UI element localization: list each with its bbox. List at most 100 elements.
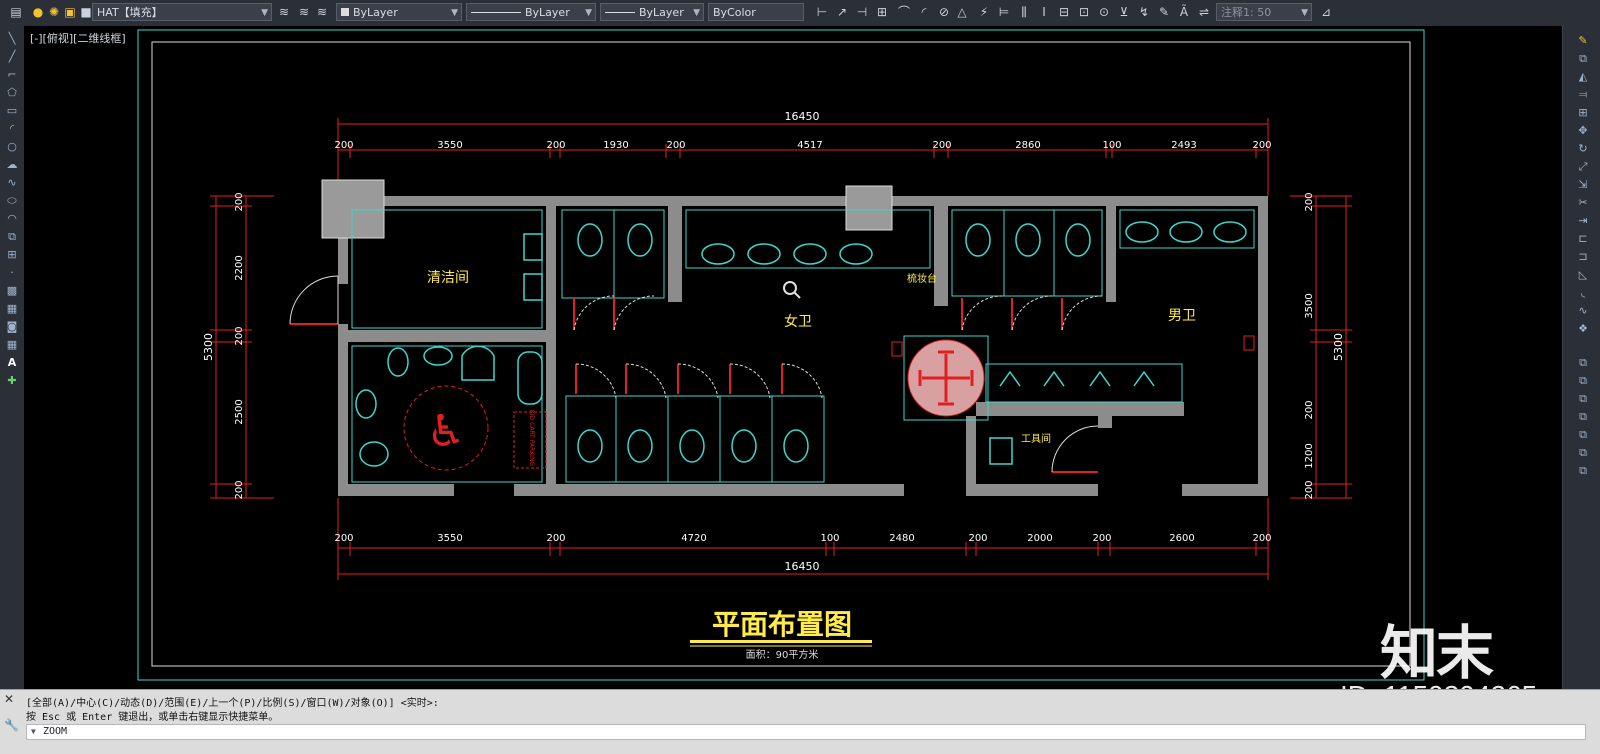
dim-space-icon[interactable]: ⫼: [1016, 4, 1032, 20]
gradient-icon[interactable]: ▦: [4, 302, 20, 316]
text-front-icon[interactable]: ⧉: [1575, 428, 1591, 442]
lineweight-dropdown-value: ByLayer: [639, 6, 684, 19]
insert-block-icon[interactable]: ⧉: [4, 230, 20, 244]
freeze-icon[interactable]: ▣: [62, 4, 78, 20]
angular-dim-icon[interactable]: △: [954, 4, 970, 20]
revcloud-icon[interactable]: ☁: [4, 158, 20, 172]
chevron-down-icon: ▼: [31, 727, 36, 736]
layer-previous-icon[interactable]: ≋: [314, 4, 330, 20]
blend-icon[interactable]: ∿: [1575, 304, 1591, 318]
spline-icon[interactable]: ∿: [4, 176, 20, 190]
mirror-icon[interactable]: ◭: [1575, 70, 1591, 84]
copy-icon[interactable]: ⧉: [1575, 52, 1591, 66]
modify-palette: ✎ ⧉ ◭ ⫤ ⊞ ✥ ↻ ⤢ ⇲ ✂ ⇥ ⊏ ⊐ ◺ ◟ ∿ ❖ ⧉ ⧉ ⧉ …: [1562, 26, 1600, 689]
polygon-icon[interactable]: ⬠: [4, 86, 20, 100]
dim-update-icon[interactable]: ⇌: [1196, 4, 1212, 20]
trim-icon[interactable]: ✂: [1575, 196, 1591, 210]
ordinate-dim-icon[interactable]: ⊣: [854, 4, 870, 20]
dim-front-icon[interactable]: ⧉: [1575, 464, 1591, 478]
table-icon[interactable]: ▦: [4, 338, 20, 352]
erase-icon[interactable]: ✎: [1575, 34, 1591, 48]
linetype-dropdown-value: ByLayer: [525, 6, 570, 19]
array-icon[interactable]: ⊞: [1575, 106, 1591, 120]
linear-dim-icon[interactable]: ⊢: [814, 4, 830, 20]
tolerance-icon[interactable]: ⊟: [1056, 4, 1072, 20]
draworder-back-icon[interactable]: ⧉: [1575, 374, 1591, 388]
move-icon[interactable]: ✥: [1575, 124, 1591, 138]
color-chip-icon: [341, 8, 349, 16]
command-input-value: ZOOM: [43, 726, 68, 737]
arc-length-icon[interactable]: ⌒: [896, 4, 912, 20]
watermark-logo: 知末: [1380, 619, 1494, 687]
extend-icon[interactable]: ⇥: [1575, 214, 1591, 228]
add-selected-icon[interactable]: ✚: [4, 374, 20, 388]
plotstyle-dropdown[interactable]: ByColor: [708, 3, 804, 21]
quick-dim-icon[interactable]: ⚡: [976, 4, 992, 20]
color-dropdown[interactable]: ByLayer ▼: [336, 3, 462, 21]
line-icon[interactable]: ╲: [4, 32, 20, 46]
inspect-icon[interactable]: ⊙: [1096, 4, 1112, 20]
customize-icon[interactable]: 🔧: [4, 718, 19, 732]
annotation-scale-dropdown[interactable]: 注释1: 50 ▼: [1216, 3, 1312, 21]
circle-icon[interactable]: ○: [4, 140, 20, 154]
draworder-front-icon[interactable]: ⧉: [1575, 356, 1591, 370]
dim-style-icon[interactable]: ⊿: [1318, 4, 1334, 20]
command-input[interactable]: ▼ ZOOM: [26, 724, 1586, 740]
region-icon[interactable]: ◙: [4, 320, 20, 334]
layer-properties-icon[interactable]: ▤: [8, 4, 24, 20]
hatch-back-icon[interactable]: ⧉: [1575, 446, 1591, 460]
command-history-line-2: 按 Esc 或 Enter 键退出，或单击右键显示快捷菜单。: [26, 712, 279, 723]
fillet-icon[interactable]: ◟: [1575, 286, 1591, 300]
color-dropdown-value: ByLayer: [353, 6, 398, 19]
command-history-line-1: [全部(A)/中心(C)/动态(D)/范围(E)/上一个(P)/比例(S)/窗口…: [26, 698, 439, 709]
radius-dim-icon[interactable]: ◜: [916, 4, 932, 20]
point-icon[interactable]: ·: [4, 266, 20, 280]
polyline-icon[interactable]: ⌐: [4, 68, 20, 82]
stretch-icon[interactable]: ⇲: [1575, 178, 1591, 192]
command-line: ✕ 🔧 [全部(A)/中心(C)/动态(D)/范围(E)/上一个(P)/比例(S…: [0, 689, 1600, 754]
linetype-dropdown[interactable]: ByLayer ▼: [466, 3, 596, 21]
jogged-icon[interactable]: ⊻: [1116, 4, 1132, 20]
ellipse-icon[interactable]: ⬭: [4, 194, 20, 208]
scale-icon[interactable]: ⤢: [1575, 160, 1591, 174]
break-icon[interactable]: ⊏: [1575, 232, 1591, 246]
continue-dim-icon[interactable]: ⊨: [996, 4, 1012, 20]
make-block-icon[interactable]: ⊞: [4, 248, 20, 262]
layer-dropdown-value: HAT【填充】: [97, 6, 163, 19]
explode-icon[interactable]: ❖: [1575, 322, 1591, 336]
rotate-icon[interactable]: ↻: [1575, 142, 1591, 156]
draworder-under-icon[interactable]: ⧉: [1575, 410, 1591, 424]
annotation-scale-value: 注释1: 50: [1221, 6, 1272, 19]
match-layer-icon[interactable]: ≋: [296, 4, 312, 20]
aligned-dim-icon[interactable]: ↗: [834, 4, 850, 20]
draw-palette: ╲ ╱ ⌐ ⬠ ▭ ◜ ○ ☁ ∿ ⬭ ◠ ⧉ ⊞ · ▩ ▦ ◙ ▦ A ✚: [0, 26, 25, 689]
chevron-down-icon: ▼: [1301, 8, 1308, 18]
chevron-down-icon: ▼: [451, 8, 458, 18]
multiline-text-icon[interactable]: A: [4, 356, 20, 370]
close-icon[interactable]: ✕: [4, 692, 14, 706]
dim-text-edit-icon[interactable]: Ã: [1176, 4, 1192, 20]
baseline-dim-icon[interactable]: ⊞: [874, 4, 890, 20]
lineweight-dropdown[interactable]: ByLayer ▼: [600, 3, 704, 21]
dim-break-icon[interactable]: Ⅰ: [1036, 4, 1052, 20]
chamfer-icon[interactable]: ◺: [1575, 268, 1591, 282]
lightbulb-icon[interactable]: ●: [30, 4, 46, 20]
rectangle-icon[interactable]: ▭: [4, 104, 20, 118]
arc-icon[interactable]: ◜: [4, 122, 20, 136]
jogged-linear-icon[interactable]: ↯: [1136, 4, 1152, 20]
sun-icon[interactable]: ✺: [46, 4, 62, 20]
offset-icon[interactable]: ⫤: [1575, 88, 1591, 102]
join-icon[interactable]: ⊐: [1575, 250, 1591, 264]
center-mark-icon[interactable]: ⊡: [1076, 4, 1092, 20]
ellipse-arc-icon[interactable]: ◠: [4, 212, 20, 226]
layer-dropdown[interactable]: HAT【填充】 ▼: [92, 3, 272, 21]
diameter-dim-icon[interactable]: ⊘: [936, 4, 952, 20]
construction-line-icon[interactable]: ╱: [4, 50, 20, 64]
viewport-controls[interactable]: [-][俯视][二维线框]: [30, 30, 126, 46]
draworder-above-icon[interactable]: ⧉: [1575, 392, 1591, 406]
make-current-icon[interactable]: ≋: [276, 4, 292, 20]
dim-edit-icon[interactable]: ✎: [1156, 4, 1172, 20]
model-space[interactable]: [24, 26, 1562, 689]
chevron-down-icon: ▼: [585, 8, 592, 18]
hatch-icon[interactable]: ▩: [4, 284, 20, 298]
